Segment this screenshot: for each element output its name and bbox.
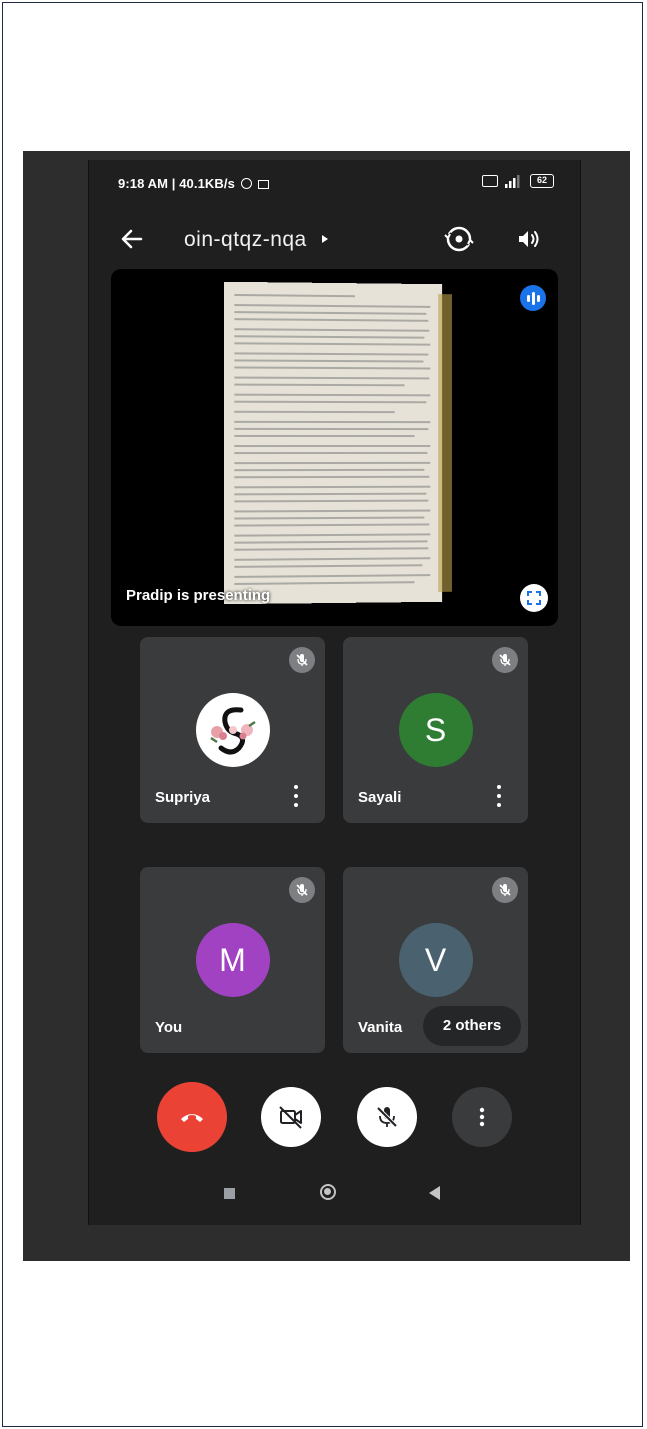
status-time-speed: 9:18 AM | 40.1KB/s xyxy=(118,176,270,191)
speaker-button[interactable] xyxy=(514,224,544,254)
home-button[interactable] xyxy=(320,1184,336,1200)
screen-icon xyxy=(258,180,270,189)
muted-mic-icon xyxy=(289,877,315,903)
caret-right-icon xyxy=(322,235,329,243)
others-chip-button[interactable]: 2 others xyxy=(423,1006,521,1046)
participant-menu-icon[interactable] xyxy=(293,785,299,807)
signal-icon xyxy=(505,175,520,188)
participant-menu-icon[interactable] xyxy=(496,785,502,807)
volte-icon xyxy=(482,175,498,187)
participant-name: Vanita xyxy=(358,1019,403,1036)
participant-name: Supriya xyxy=(155,789,211,806)
recents-button[interactable] xyxy=(224,1188,235,1199)
participant-tile-supriya[interactable]: Supriya xyxy=(140,637,325,823)
camera-toggle-button[interactable] xyxy=(261,1087,321,1147)
phone-screen: 9:18 AM | 40.1KB/s 62 oin-qtqz-nqa Pradi… xyxy=(88,160,581,1225)
shared-document-image xyxy=(224,281,452,605)
back-arrow-icon xyxy=(121,229,143,249)
participant-tile-sayali[interactable]: S Sayali xyxy=(343,637,528,823)
fullscreen-icon xyxy=(527,591,541,605)
camera-off-icon xyxy=(279,1106,302,1129)
avatar: M xyxy=(195,923,270,997)
more-options-button[interactable] xyxy=(452,1087,512,1147)
participant-tile-you[interactable]: M You xyxy=(140,867,325,1053)
presenting-label: Pradip is presenting xyxy=(126,587,271,604)
android-nav-bar xyxy=(89,1170,580,1220)
meeting-code-button[interactable]: oin-qtqz-nqa xyxy=(184,228,331,252)
presentation-view[interactable]: Pradip is presenting xyxy=(111,269,558,626)
avatar xyxy=(195,693,270,767)
participant-name: You xyxy=(155,1019,183,1036)
speaking-indicator-icon xyxy=(520,285,546,311)
speaker-icon xyxy=(519,231,539,247)
switch-camera-button[interactable] xyxy=(442,222,476,256)
status-icons: 62 xyxy=(482,174,554,188)
switch-camera-icon xyxy=(443,226,475,252)
more-vert-icon xyxy=(479,1107,485,1127)
status-bar: 9:18 AM | 40.1KB/s 62 xyxy=(89,160,580,204)
data-saver-icon xyxy=(240,178,252,189)
status-text: 9:18 AM | 40.1KB/s xyxy=(118,176,235,191)
avatar: S xyxy=(398,693,473,767)
muted-mic-icon xyxy=(492,877,518,903)
muted-mic-icon xyxy=(289,647,315,673)
mic-toggle-button[interactable] xyxy=(357,1087,417,1147)
hang-up-button[interactable] xyxy=(157,1082,227,1152)
muted-mic-icon xyxy=(492,647,518,673)
meeting-code: oin-qtqz-nqa xyxy=(184,228,307,251)
back-arrow-button[interactable] xyxy=(117,224,147,254)
fullscreen-button[interactable] xyxy=(520,584,548,612)
participant-name: Sayali xyxy=(358,789,402,806)
mic-off-icon xyxy=(376,1106,398,1128)
avatar: V xyxy=(398,923,473,997)
back-button[interactable] xyxy=(429,1186,440,1200)
battery-icon: 62 xyxy=(530,174,554,188)
floral-s-logo-icon xyxy=(209,707,256,755)
meeting-top-bar: oin-qtqz-nqa xyxy=(89,222,580,262)
hang-up-icon xyxy=(181,1114,203,1122)
